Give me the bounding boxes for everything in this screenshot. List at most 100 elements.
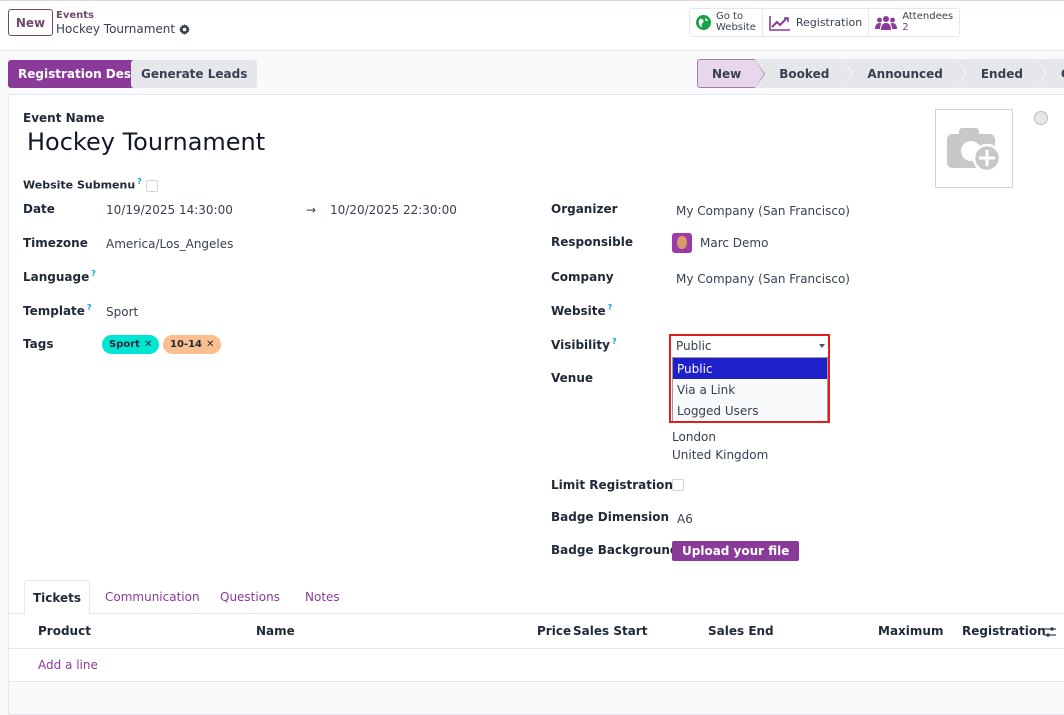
go-to-line2: Website <box>716 21 756 33</box>
status-bar: New Booked Announced Ended Cancelled <box>697 59 1064 88</box>
website-submenu-checkbox[interactable] <box>145 179 158 192</box>
event-image-upload[interactable] <box>935 109 1013 188</box>
template-label: Template? <box>23 303 92 318</box>
organizer-label: Organizer <box>551 202 618 216</box>
company-field[interactable]: My Company (San Francisco) <box>676 272 850 286</box>
venue-country: United Kingdom <box>672 448 769 462</box>
language-label: Language? <box>23 269 96 284</box>
registration-stat-button[interactable]: Registration <box>763 9 870 36</box>
tab-tickets[interactable]: Tickets <box>24 580 90 615</box>
date-start-field[interactable]: 10/19/2025 14:30:00 <box>106 203 233 217</box>
breadcrumb-current-label: Hockey Tournament <box>56 22 176 36</box>
tickets-table-footer <box>9 682 1064 715</box>
tickets-table-header: Product Name Price Sales Start Sales End… <box>9 614 1064 649</box>
attendees-count: 2 <box>902 21 909 33</box>
website-label-text: Website <box>551 304 606 318</box>
tag-10-14: 10-14 ✕ <box>163 335 222 354</box>
add-line-link[interactable]: Add a line <box>38 658 98 672</box>
new-record-button[interactable]: New <box>8 9 53 36</box>
attendees-stat-button[interactable]: Attendees 2 <box>869 9 959 36</box>
breadcrumb-current: Hockey Tournament <box>56 22 191 36</box>
help-icon[interactable]: ? <box>612 337 617 346</box>
registration-stat-label: Registration <box>795 15 863 29</box>
company-label: Company <box>551 270 614 284</box>
form-sheet: Event Name Hockey Tournament Website Sub… <box>8 94 1064 715</box>
limit-registrations-label: Limit Registrations <box>551 478 681 492</box>
column-sales-start[interactable]: Sales Start <box>573 624 647 638</box>
smart-buttons: Go to Website Registration Attendees 2 <box>689 8 961 37</box>
stage-announced[interactable]: Announced <box>843 59 967 88</box>
column-name[interactable]: Name <box>256 624 295 638</box>
timezone-label: Timezone <box>23 236 88 250</box>
tag-sport: Sport ✕ <box>102 335 160 354</box>
stage-booked[interactable]: Booked <box>755 59 854 88</box>
chart-line-icon <box>769 15 790 31</box>
website-label: Website? <box>551 303 612 318</box>
column-registration[interactable]: Registration <box>962 624 1046 638</box>
tab-notes[interactable]: Notes <box>305 580 340 614</box>
badge-background-label: Badge Background <box>551 543 679 557</box>
notebook-tabs: Tickets Communication Questions Notes <box>9 580 1064 615</box>
responsible-label: Responsible <box>551 235 633 249</box>
help-icon[interactable]: ? <box>608 303 613 312</box>
limit-registrations-checkbox[interactable] <box>672 479 684 491</box>
date-arrow: → <box>306 203 317 217</box>
timezone-field[interactable]: America/Los_Angeles <box>106 237 233 251</box>
event-name-label: Event Name <box>23 111 105 125</box>
venue-city: London <box>672 430 716 444</box>
users-icon <box>875 15 898 30</box>
responsible-name: Marc Demo <box>700 236 769 250</box>
column-sales-end[interactable]: Sales End <box>708 624 774 638</box>
tab-communication[interactable]: Communication <box>105 580 200 614</box>
language-field[interactable] <box>106 269 286 287</box>
stage-ended[interactable]: Ended <box>957 59 1047 88</box>
column-maximum[interactable]: Maximum <box>878 624 943 638</box>
responsible-field[interactable]: Marc Demo <box>672 233 768 253</box>
website-field[interactable] <box>672 303 832 321</box>
tag-10-14-label: 10-14 <box>170 339 202 350</box>
registration-desk-button[interactable]: Registration Desk <box>8 60 150 88</box>
optional-columns-icon[interactable] <box>1044 626 1056 638</box>
go-to-line1: Go to <box>716 11 744 22</box>
organizer-field[interactable]: My Company (San Francisco) <box>676 204 850 218</box>
generate-leads-button[interactable]: Generate Leads <box>131 60 258 88</box>
date-label: Date <box>23 202 55 216</box>
attendees-stat-label: Attendees <box>902 11 954 22</box>
tag-remove-icon[interactable]: ✕ <box>144 339 152 350</box>
gear-icon[interactable] <box>179 23 191 35</box>
website-submenu-label: Website Submenu? <box>23 177 158 192</box>
badge-dimension-label: Badge Dimension <box>551 510 670 524</box>
help-icon[interactable]: ? <box>137 177 142 186</box>
breadcrumb-events[interactable]: Events <box>56 10 94 21</box>
kanban-state-indicator[interactable] <box>1034 111 1048 125</box>
camera-add-icon <box>947 127 1002 172</box>
stage-new[interactable]: New <box>697 59 766 88</box>
globe-icon <box>696 15 711 30</box>
help-icon[interactable]: ? <box>87 303 92 312</box>
upload-file-button[interactable]: Upload your file <box>672 541 800 561</box>
help-icon[interactable]: ? <box>91 269 96 278</box>
visibility-highlight-box <box>669 334 830 423</box>
visibility-label: Visibility? <box>551 337 617 352</box>
language-label-text: Language <box>23 270 90 284</box>
control-panel-top: New Events Hockey Tournament Go to Websit… <box>0 0 1064 51</box>
tag-remove-icon[interactable]: ✕ <box>206 339 214 350</box>
tags-label: Tags <box>23 337 54 351</box>
template-field[interactable]: Sport <box>106 305 138 319</box>
stage-announced-label: Announced <box>867 66 943 81</box>
visibility-label-text: Visibility <box>551 338 610 352</box>
column-price[interactable]: Price <box>537 624 571 638</box>
badge-dimension-field[interactable]: A6 <box>677 512 693 526</box>
go-to-website-button[interactable]: Go to Website <box>690 9 763 36</box>
column-product[interactable]: Product <box>38 624 91 638</box>
stage-booked-label: Booked <box>779 66 830 81</box>
date-end-field[interactable]: 10/20/2025 22:30:00 <box>330 203 457 217</box>
stage-new-label: New <box>712 66 742 81</box>
template-label-text: Template <box>23 304 85 318</box>
tag-sport-label: Sport <box>109 339 140 350</box>
tickets-table-row: Add a line <box>9 649 1064 682</box>
website-submenu-text: Website Submenu <box>23 178 136 192</box>
tab-questions[interactable]: Questions <box>220 580 280 614</box>
event-name-input[interactable]: Hockey Tournament <box>27 128 265 156</box>
avatar <box>672 233 692 253</box>
